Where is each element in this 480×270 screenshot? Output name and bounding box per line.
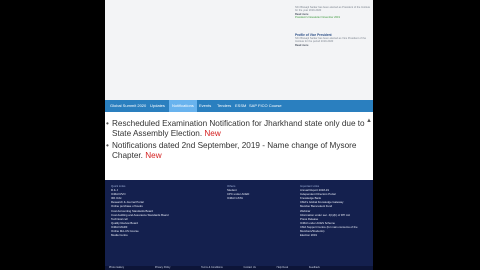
footer-link[interactable]: CMA Support Centre (for main concerns of…: [300, 225, 370, 233]
notification-panel: • Rescheduled Examination Notification f…: [105, 112, 373, 180]
notification-text[interactable]: Rescheduled Examination Notification for…: [112, 119, 365, 138]
president-intro: Shri Biswajit Sarkar has been elected as…: [295, 6, 371, 13]
tab-sap-fico[interactable]: SAP FICO Course: [249, 100, 282, 112]
tab-events[interactable]: Events: [199, 100, 211, 112]
tab-notifications[interactable]: Notifications: [169, 100, 197, 112]
notification-item[interactable]: • Rescheduled Examination Notification f…: [106, 119, 366, 139]
tab-global-summit[interactable]: Global Summit 2020: [110, 100, 146, 112]
new-badge: New: [204, 129, 221, 138]
footer-link[interactable]: Media Centre: [111, 233, 181, 237]
bottom-link[interactable]: Feedback: [309, 266, 320, 269]
notification-item[interactable]: • Notifications dated 2nd September, 201…: [106, 141, 366, 161]
president-sidebar: Shri Biswajit Sarkar has been elected as…: [295, 0, 373, 100]
footer: Quick Links R & J ICMAI RVO IPA ICAI Res…: [105, 180, 373, 270]
footer-quick-links: Quick Links R & J ICMAI RVO IPA ICAI Res…: [111, 184, 181, 237]
bottom-link[interactable]: Contact Us: [244, 266, 256, 269]
bottom-link[interactable]: Photo Gallery: [109, 266, 124, 269]
bottom-link-strip: Photo Gallery Privacy Policy Terms & Con…: [105, 266, 373, 270]
tab-updates[interactable]: Updates: [150, 100, 165, 112]
footer-others: Others Student CPC under ACED ICMAI GSTA: [227, 184, 277, 200]
bottom-link[interactable]: Terms & Conditions: [201, 266, 223, 269]
bullet-icon: •: [106, 141, 109, 150]
footer-important-links: Important Links Annual Report 2018-19 In…: [300, 184, 370, 237]
tab-bar: Global Summit 2020 Updates Notifications…: [105, 100, 373, 112]
footer-link[interactable]: ICMAI GSTA: [227, 196, 277, 200]
bullet-icon: •: [106, 119, 109, 128]
footer-link[interactable]: Election 2019: [300, 233, 370, 237]
new-badge: New: [145, 151, 162, 160]
vice-president-text: Shri Biswajit Sarkar has been elected as…: [295, 37, 367, 44]
bottom-link[interactable]: Privacy Policy: [155, 266, 171, 269]
tab-tenders[interactable]: Tenders: [217, 100, 231, 112]
top-section: Shri Biswajit Sarkar has been elected as…: [105, 0, 373, 100]
tab-essm[interactable]: ESSM: [235, 100, 246, 112]
read-more-link-2[interactable]: Read more: [295, 44, 373, 47]
scroll-arrow-icon[interactable]: ▲: [366, 118, 372, 124]
web-page: Shri Biswajit Sarkar has been elected as…: [105, 0, 373, 270]
bottom-link[interactable]: Help Desk: [277, 266, 289, 269]
